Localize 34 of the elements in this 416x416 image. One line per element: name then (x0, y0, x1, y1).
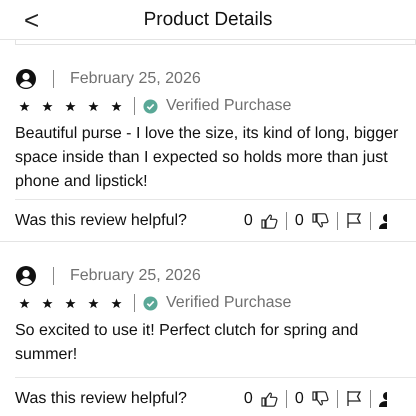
star-icon (42, 100, 53, 112)
star-icon (111, 298, 122, 308)
star-icon (65, 298, 76, 308)
helpful-prompt: Was this review helpful? (15, 388, 187, 408)
person-icon (378, 212, 387, 228)
avatar-icon (15, 68, 37, 90)
star-icon (88, 298, 99, 308)
page-title: Product Details (144, 8, 272, 32)
verified-label: Verified Purchase (166, 293, 292, 313)
star-icon (42, 298, 53, 308)
review-date: February 25, 2026 (70, 69, 201, 89)
dislike-count: 0 (294, 210, 304, 230)
star-icon (111, 100, 122, 112)
like-count: 0 (244, 210, 253, 230)
flag-icon (346, 390, 362, 407)
verified-label: Verified Purchase (166, 96, 292, 116)
person-icon (378, 390, 387, 406)
dislike-count: 0 (294, 388, 304, 408)
review-text: Beautiful purse - I love the size, its kind of long, bigger space inside than I expected so holds more than just phone and lipstick! (15, 124, 400, 192)
flag-icon (346, 212, 362, 229)
like-count: 0 (244, 388, 253, 408)
review-date: February 25, 2026 (70, 266, 201, 286)
back-button[interactable]: < (18, 4, 46, 36)
thumbs-up-icon (260, 390, 278, 406)
avatar-icon (15, 265, 37, 287)
helpful-prompt: Was this review helpful? (15, 210, 187, 230)
review-text: So excited to use it! Perfect clutch for spring and summer! (15, 321, 360, 365)
thumbs-down-icon (312, 390, 329, 406)
star-icon (88, 100, 99, 112)
star-icon (19, 298, 30, 308)
thumbs-down-icon (312, 212, 329, 228)
thumbs-up-icon (260, 212, 278, 228)
star-icon (19, 100, 30, 112)
star-icon (65, 100, 76, 112)
